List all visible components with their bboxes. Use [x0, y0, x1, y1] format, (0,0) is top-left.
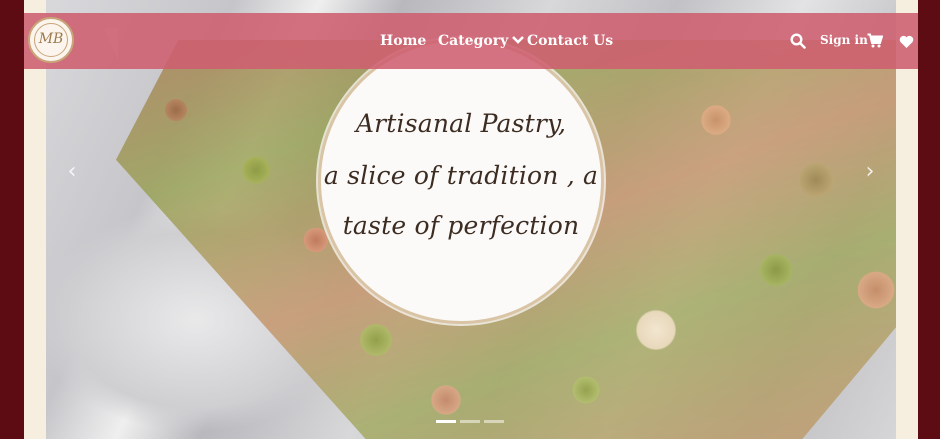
cart-icon[interactable]: [867, 33, 884, 52]
nav-contact-link[interactable]: Contact Us: [527, 33, 613, 49]
carousel-indicator-1[interactable]: [436, 420, 456, 423]
chevron-down-icon: [512, 33, 525, 49]
heart-icon[interactable]: [899, 34, 914, 53]
logo-monogram: MB: [34, 23, 68, 57]
sign-in-link[interactable]: Sign in: [820, 33, 868, 47]
carousel-indicator-3[interactable]: [484, 420, 504, 423]
carousel-indicator-2[interactable]: [460, 420, 480, 423]
tagline-line-3: taste of perfection: [342, 211, 580, 240]
nav-category-dropdown[interactable]: Category: [438, 33, 525, 49]
search-icon[interactable]: [790, 33, 806, 53]
hero-tagline-badge: Artisanal Pastry, a slice of tradition ,…: [318, 38, 604, 324]
tagline-line-2: a slice of tradition , a: [323, 161, 599, 190]
brand-logo[interactable]: MB: [28, 17, 74, 63]
nav-category-label: Category: [438, 33, 509, 49]
navbar: MB Home Category Contact Us Sign in: [24, 13, 918, 69]
nav-home-link[interactable]: Home: [380, 33, 426, 49]
carousel-next-button[interactable]: ›: [858, 160, 882, 184]
tagline-line-1: Artisanal Pastry,: [355, 109, 567, 138]
carousel-prev-button[interactable]: ‹: [60, 160, 84, 184]
